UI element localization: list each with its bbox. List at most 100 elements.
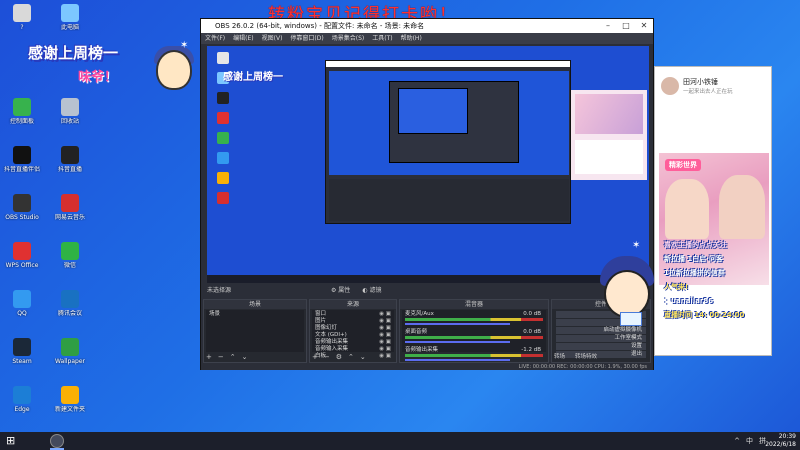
desktop-icon[interactable]: OBS Studio [2,194,42,230]
obs-title-bar[interactable]: OBS 26.0.2 (64-bit, windows) - 配置文件: 未命名… [201,19,653,33]
source-item[interactable]: 音频输入采集 ◉ ▣ [315,346,391,353]
source-item[interactable]: 图片 ◉ ▣ [315,318,391,325]
desktop-icon[interactable]: 此电脑 [50,4,90,40]
mixer-db-value: 0.0 dB [523,329,541,335]
overlay-line: 直播时间 14: 00-24:00 [664,311,745,319]
up-icon[interactable]: ⌃ [230,353,236,361]
remove-icon[interactable]: − [324,353,330,361]
desktop-icon-label: 此电脑 [60,24,79,31]
add-icon[interactable]: + [206,353,212,361]
desktop-icon-label: Edge [14,406,30,413]
chat-user-name: 田河小铁锤 [683,78,718,86]
mixer-channel-label: 桌面音频 [405,329,428,335]
app-icon [13,290,31,308]
clock-date: 2022/6/18 [765,441,796,448]
stream-overlay-text: 喜欢主播的点点关注 新拉播 1白启·问客 1拉新拉播拼的信群 人气来! ：uanaila… [664,238,794,338]
menu-scene-collection[interactable]: 场景集合(S) [332,33,365,44]
add-icon[interactable]: + [312,353,318,361]
sources-dock: 来源 窗口 ◉ ▣ 图片 ◉ ▣ 图像幻灯 ◉ ▣ 文本 (GDI+) ◉ ▣ 音频输出采集 ◉ … [309,299,397,363]
desktop-icon[interactable]: 回收站 [50,98,90,134]
source-item[interactable]: 窗口 ◉ ▣ [315,311,391,318]
menu-docks[interactable]: 停靠窗口(D) [290,33,323,44]
control-button[interactable]: 设置 [556,343,646,350]
up-icon[interactable]: ⌃ [348,353,354,361]
app-icon [61,242,79,260]
chat-image-badge: 精彩世界 [665,159,701,171]
desktop-icon-label: 回收站 [60,118,79,125]
properties-button[interactable]: ⚙ 属性 [331,285,350,297]
filters-button[interactable]: ◐ 滤镜 [362,285,381,297]
windows-start-icon[interactable]: ⊞ [6,435,18,447]
desktop-icon-label: WPS Office [5,262,39,269]
gear-icon[interactable]: ⚙ [336,353,342,361]
thanks-sticker: 感谢上周榜一 味爷！ [0,36,194,92]
mixer-channel: 音频输出采集 -1.2 dB [405,347,543,365]
mascot-face-icon [156,50,192,90]
down-icon[interactable]: ⌄ [360,353,366,361]
tab-transitions[interactable]: 转场 [554,353,565,361]
eye-lock-icon[interactable]: ◉ ▣ [379,311,391,318]
source-item[interactable]: 音频输出采集 ◉ ▣ [315,339,391,346]
mixer-channel: 麦克风/Aux 0.0 dB [405,311,543,329]
eye-lock-icon[interactable]: ◉ ▣ [379,353,391,360]
overlay-line: ：uanailar86 [664,297,714,305]
volume-slider[interactable] [405,359,510,361]
app-icon [61,146,79,164]
desktop-icon[interactable]: Edge [2,386,42,422]
desktop-icon[interactable]: 网易云音乐 [50,194,90,230]
app-icon [61,290,79,308]
source-item[interactable]: 图像幻灯 ◉ ▣ [315,325,391,332]
scene-item[interactable]: 场景 [209,311,301,318]
app-icon [13,194,31,212]
obs-taskbar-icon[interactable] [50,434,64,448]
eye-lock-icon[interactable]: ◉ ▣ [379,339,391,346]
obs-window[interactable]: OBS 26.0.2 (64-bit, windows) - 配置文件: 未命名… [200,18,654,370]
app-icon [61,386,79,404]
close-icon[interactable]: ✕ [635,19,653,33]
maximize-icon[interactable]: □ [617,19,635,33]
source-item-label: 音频输出采集 [315,339,349,345]
source-item-label: 文本 (GDI+) [315,332,347,338]
desktop-icon[interactable]: 腾讯会议 [50,290,90,326]
menu-view[interactable]: 视图(V) [262,33,283,44]
eye-lock-icon[interactable]: ◉ ▣ [379,318,391,325]
menu-help[interactable]: 帮助(H) [401,33,422,44]
tray-chevron-icon[interactable]: ^ [734,432,740,450]
down-icon[interactable]: ⌄ [242,353,248,361]
desktop-icon[interactable]: 抖音直播 [50,146,90,182]
menu-edit[interactable]: 编辑(E) [233,33,253,44]
control-button[interactable]: 工作室模式 [556,335,646,342]
desktop-icon[interactable]: QQ [2,290,42,326]
volume-slider[interactable] [405,323,510,325]
source-item[interactable]: 文本 (GDI+) ◉ ▣ [315,332,391,339]
desktop-icon[interactable]: Wallpaper [50,338,90,374]
eye-lock-icon[interactable]: ◉ ▣ [379,346,391,353]
app-icon [61,194,79,212]
desktop-icon[interactable]: ? [2,4,42,40]
menu-tools[interactable]: 工具(T) [372,33,392,44]
desktop-icon[interactable]: 微信 [50,242,90,278]
preview-taskbar [207,275,649,283]
volume-slider[interactable] [405,341,510,343]
app-icon [13,338,31,356]
menu-file[interactable]: 文件(F) [205,33,225,44]
desktop-icon[interactable]: 抖音直播伴侣 [2,146,42,182]
mascot-face-icon [604,270,650,318]
remove-icon[interactable]: − [218,353,224,361]
taskbar-clock[interactable]: 20:39 2022/6/18 [748,433,796,449]
app-icon [13,386,31,404]
minimize-icon[interactable]: – [599,19,617,33]
desktop-icon[interactable]: 新建文件夹 [50,386,90,422]
desktop-icon-label: 网易云音乐 [54,214,85,221]
desktop-icon[interactable]: Steam [2,338,42,374]
desktop-icon[interactable]: WPS Office [2,242,42,278]
preview-chat-capture [571,90,647,180]
desktop-icon-label: 微信 [63,262,76,269]
eye-lock-icon[interactable]: ◉ ▣ [379,325,391,332]
eye-lock-icon[interactable]: ◉ ▣ [379,332,391,339]
obs-preview-canvas[interactable]: 感谢上周榜一 [207,46,649,283]
app-icon [61,98,79,116]
tab-transition-effects[interactable]: 转场特效 [575,353,597,361]
desktop-icon[interactable]: 控制面板 [2,98,42,134]
scenes-dock-title: 场景 [204,300,306,309]
